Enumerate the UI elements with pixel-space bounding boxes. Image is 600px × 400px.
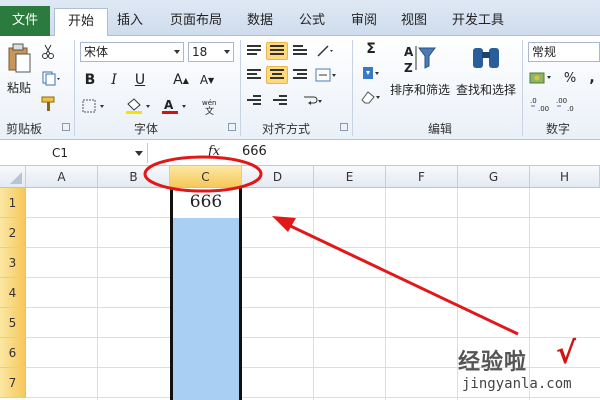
watermark-url: jingyanla.com bbox=[462, 376, 572, 392]
check-mark-icon: √ bbox=[556, 336, 577, 371]
annotation-arrow-head bbox=[272, 216, 296, 232]
annotation-overlay bbox=[143, 155, 519, 336]
annotation-arrow-line bbox=[281, 220, 519, 336]
watermark-text: 经验啦 bbox=[458, 350, 528, 375]
highlight-ellipse bbox=[143, 155, 263, 193]
